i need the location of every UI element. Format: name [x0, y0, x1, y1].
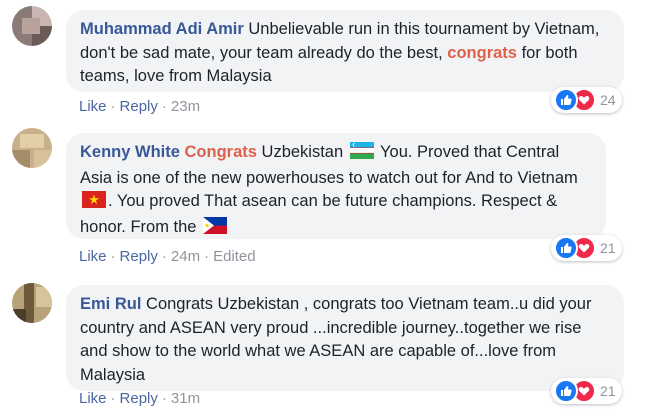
- separator-dot: ·: [161, 248, 167, 265]
- avatar-pixel: [22, 18, 40, 34]
- comment-actions: Like · Reply · 23m: [79, 98, 200, 115]
- avatar[interactable]: [12, 128, 52, 168]
- comment-actions: Like · Reply · 24m · Edited: [79, 248, 256, 265]
- like-link[interactable]: Like: [79, 390, 107, 407]
- comment-timestamp[interactable]: 24m: [171, 248, 200, 265]
- comment-text: . You proved That asean can be future ch…: [80, 192, 558, 236]
- like-link[interactable]: Like: [79, 248, 107, 265]
- like-reaction-icon: [554, 379, 578, 403]
- avatar-pixel: [34, 150, 52, 168]
- comment-timestamp[interactable]: 31m: [171, 390, 200, 407]
- like-reaction-icon: [554, 88, 578, 112]
- reply-link[interactable]: Reply: [120, 390, 158, 407]
- avatar-pixel: [20, 134, 44, 148]
- separator-dot: ·: [161, 390, 167, 407]
- philippines-flag-icon: [203, 216, 228, 242]
- avatar[interactable]: [12, 6, 52, 46]
- separator-dot: ·: [161, 98, 167, 115]
- separator-dot: ·: [110, 390, 116, 407]
- comment-actions: Like · Reply · 31m: [79, 390, 200, 407]
- comment-timestamp[interactable]: 23m: [171, 98, 200, 115]
- comment-bubble: Emi Rul Congrats Uzbekistan , congrats t…: [66, 285, 624, 391]
- reaction-summary[interactable]: 21: [551, 378, 622, 404]
- comment-bubble: Muhammad Adi Amir Unbelievable run in th…: [66, 10, 624, 92]
- separator-dot: ·: [110, 248, 116, 265]
- comment-author[interactable]: Muhammad Adi Amir: [80, 20, 244, 38]
- comment-bubble: Kenny White Congrats Uzbekistan You. Pro…: [66, 133, 606, 239]
- reaction-count: 21: [600, 240, 616, 256]
- reply-link[interactable]: Reply: [120, 248, 158, 265]
- vietnam-flag-icon: [82, 191, 106, 216]
- avatar-pixel: [12, 309, 26, 323]
- comment-author[interactable]: Emi Rul: [80, 295, 141, 313]
- avatar[interactable]: [12, 283, 52, 323]
- like-reaction-icon: [554, 236, 578, 260]
- like-link[interactable]: Like: [79, 98, 107, 115]
- reaction-count: 21: [600, 383, 616, 399]
- uzbekistan-flag-icon: [349, 142, 374, 167]
- comment-author[interactable]: Kenny White: [80, 143, 180, 161]
- separator-dot: ·: [204, 248, 210, 265]
- reaction-summary[interactable]: 24: [551, 87, 622, 113]
- avatar-pixel: [12, 150, 30, 168]
- reply-link[interactable]: Reply: [120, 98, 158, 115]
- comment-highlight[interactable]: Congrats: [185, 143, 257, 161]
- comment-text: Uzbekistan: [256, 143, 348, 161]
- edited-label[interactable]: Edited: [213, 248, 256, 265]
- reaction-summary[interactable]: 21: [551, 235, 622, 261]
- reaction-count: 24: [600, 92, 616, 108]
- comment-highlight[interactable]: congrats: [447, 44, 517, 62]
- avatar-pixel: [36, 287, 52, 307]
- comment-text: Congrats Uzbekistan , congrats too Vietn…: [80, 295, 592, 384]
- separator-dot: ·: [110, 98, 116, 115]
